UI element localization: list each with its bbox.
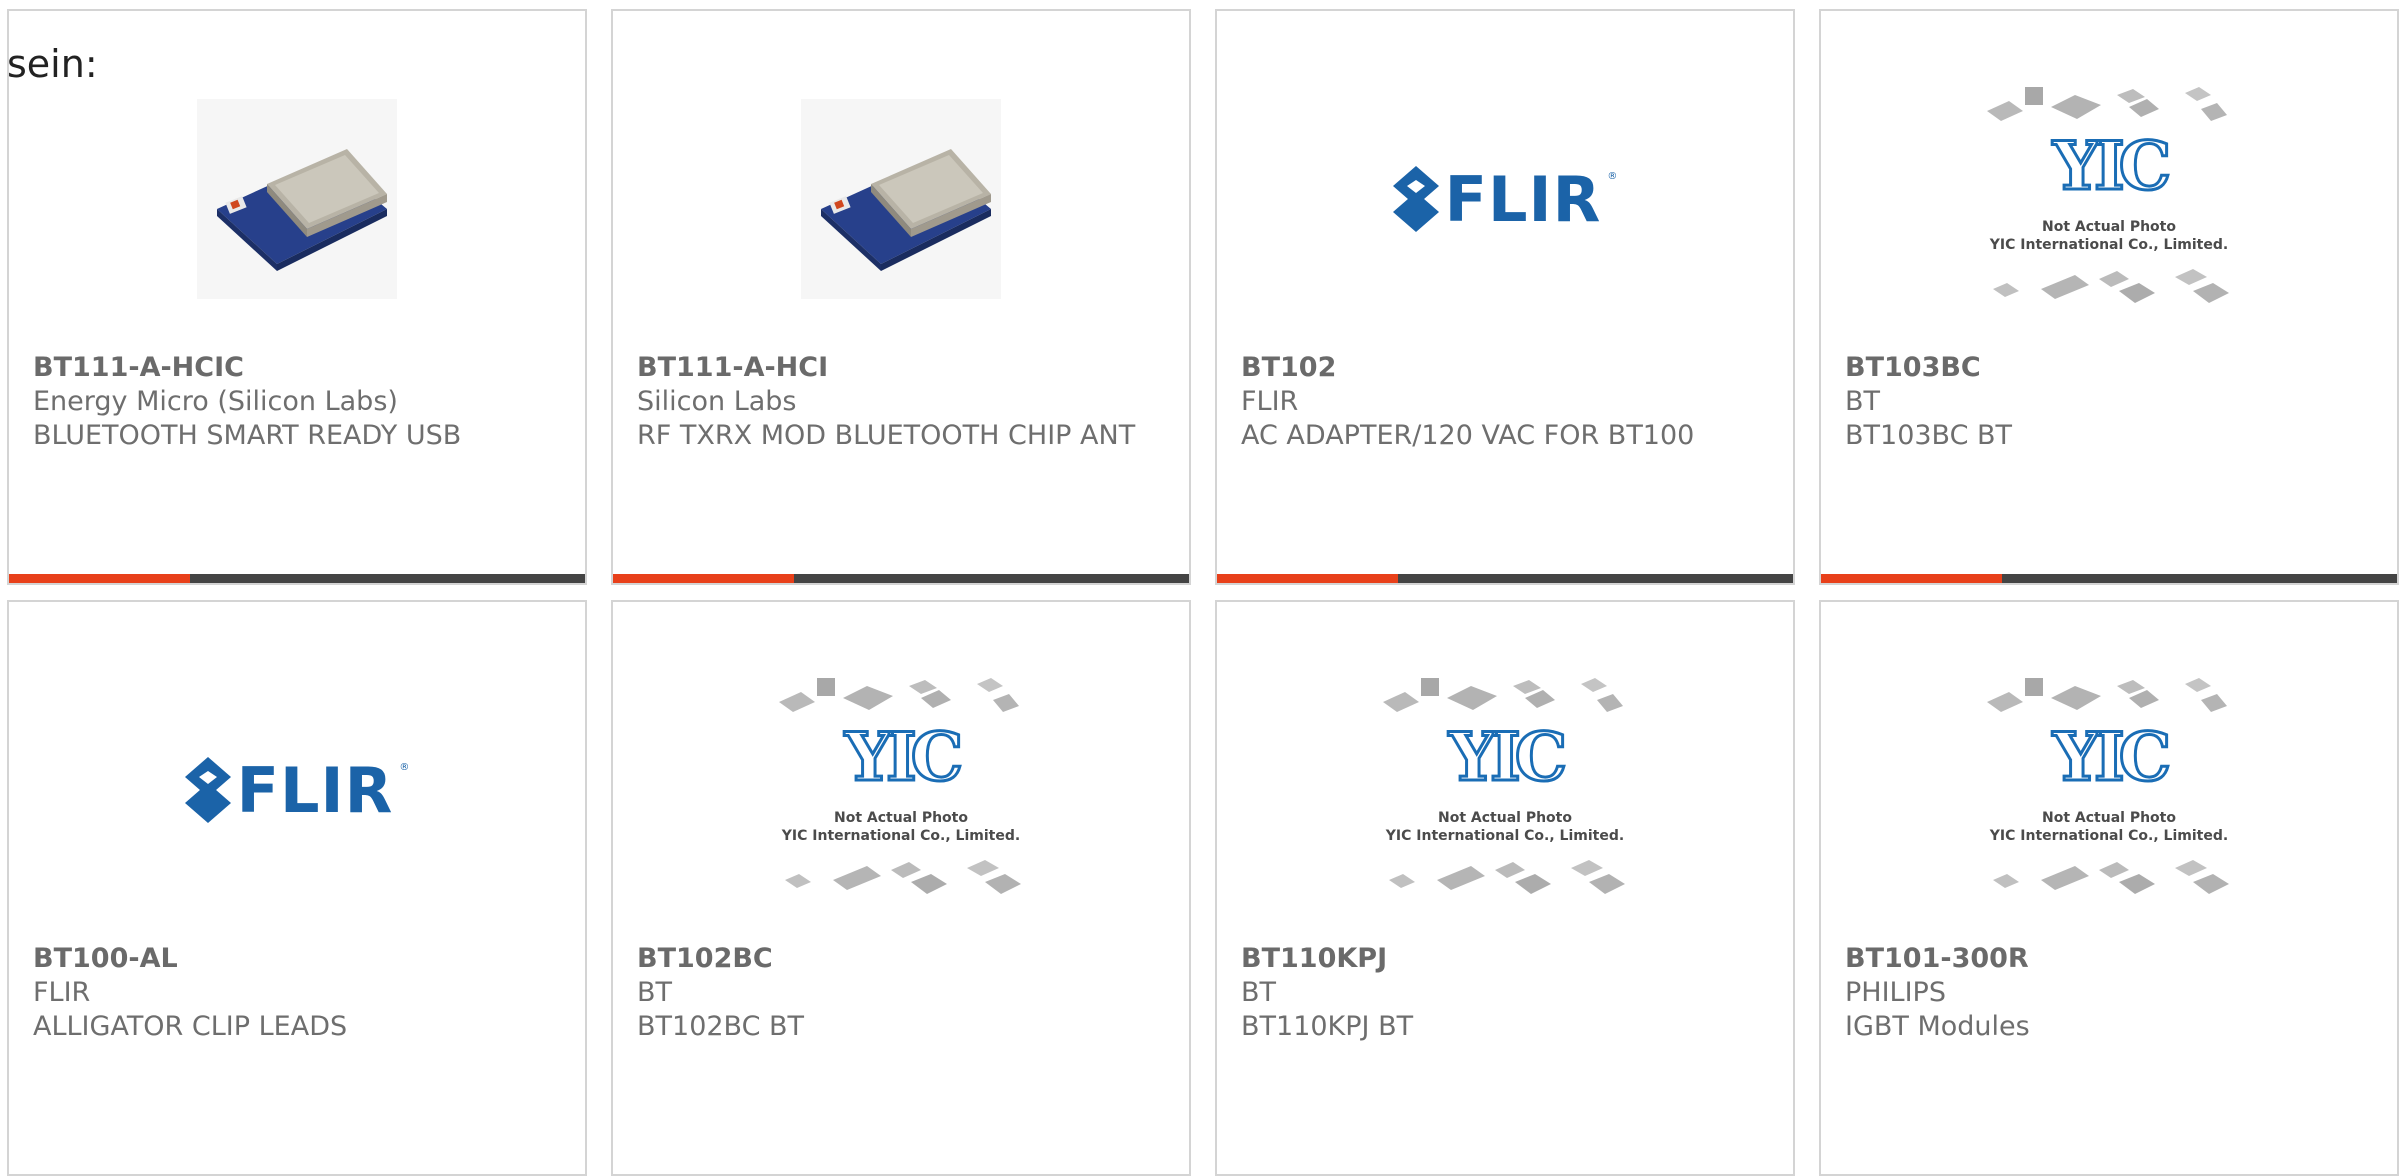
product-image[interactable]	[613, 79, 1189, 319]
flir-wordmark: FLIR	[236, 753, 394, 827]
placeholder-caption-line2: YIC International Co., Limited.	[781, 828, 1021, 844]
product-info: BT103BC BT BT103BC BT	[1845, 351, 2373, 453]
product-info: BT111-A-HCI Silicon Labs RF TXRX MOD BLU…	[637, 351, 1165, 453]
placeholder-caption-line1: Not Actual Photo	[834, 810, 968, 826]
bluetooth-module-photo-icon	[801, 99, 1001, 299]
card-bar-accent	[9, 574, 191, 583]
not-actual-photo-placeholder: YIC Not Actual Photo YIC International C…	[771, 670, 1031, 910]
part-number[interactable]: BT110KPJ	[1241, 942, 1769, 976]
card-bar-accent	[1217, 574, 1399, 583]
flir-wordmark: FLIR	[1444, 162, 1602, 236]
card-bar-accent	[1821, 574, 2003, 583]
description: BT102BC BT	[637, 1011, 805, 1042]
product-info: BT100-AL FLIR ALLIGATOR CLIP LEADS	[33, 942, 561, 1044]
manufacturer: FLIR	[33, 977, 91, 1008]
manufacturer: FLIR	[1241, 386, 1299, 417]
flir-diamond-icon	[184, 757, 231, 823]
part-number[interactable]: BT102BC	[637, 942, 1165, 976]
product-card[interactable]: YIC Not Actual Photo YIC International C…	[611, 600, 1191, 1176]
yic-logo: YIC	[2051, 718, 2173, 796]
product-info: BT102BC BT BT102BC BT	[637, 942, 1165, 1044]
product-info: BT110KPJ BT BT110KPJ BT	[1241, 942, 1769, 1044]
product-card[interactable]: YIC Not Actual Photo YIC International C…	[1215, 600, 1795, 1176]
manufacturer: Silicon Labs	[637, 386, 797, 417]
registered-mark: ®	[399, 761, 410, 773]
part-number[interactable]: BT100-AL	[33, 942, 561, 976]
ic-chips-bottom-icon	[1389, 860, 1625, 894]
product-card[interactable]: YIC Not Actual Photo YIC International C…	[1819, 600, 2399, 1176]
description: BT103BC BT	[1845, 420, 2013, 451]
manufacturer: BT	[1845, 386, 1881, 417]
part-number[interactable]: BT102	[1241, 351, 1769, 385]
part-number[interactable]: BT103BC	[1845, 351, 2373, 385]
product-card[interactable]: BT111-A-HCI Silicon Labs RF TXRX MOD BLU…	[611, 9, 1191, 585]
manufacturer: BT	[637, 977, 673, 1008]
registered-mark: ®	[1607, 170, 1618, 182]
placeholder-caption-line2: YIC International Co., Limited.	[1989, 828, 2229, 844]
part-number[interactable]: BT111-A-HCIC	[33, 351, 561, 385]
product-card[interactable]: BT111-A-HCIC Energy Micro (Silicon Labs)…	[7, 9, 587, 585]
product-card[interactable]: FLIR ® BT102 FLIR AC ADAPTER/120 VAC FOR…	[1215, 9, 1795, 585]
placeholder-caption-line2: YIC International Co., Limited.	[1989, 237, 2229, 253]
part-number[interactable]: BT111-A-HCI	[637, 351, 1165, 385]
card-bottom-bar	[1217, 574, 1793, 583]
product-image[interactable]: YIC Not Actual Photo YIC International C…	[613, 670, 1189, 910]
product-info: BT111-A-HCIC Energy Micro (Silicon Labs)…	[33, 351, 561, 453]
yic-logo: YIC	[1447, 718, 1569, 796]
placeholder-caption-line2: YIC International Co., Limited.	[1385, 828, 1625, 844]
manufacturer: BT	[1241, 977, 1277, 1008]
product-image[interactable]: FLIR ®	[9, 670, 585, 910]
not-actual-photo-placeholder: YIC Not Actual Photo YIC International C…	[1375, 670, 1635, 910]
not-actual-photo-placeholder: YIC Not Actual Photo YIC International C…	[1979, 670, 2239, 910]
manufacturer: PHILIPS	[1845, 977, 1946, 1008]
flir-logo: FLIR ®	[184, 753, 410, 827]
yic-logo: YIC	[843, 718, 965, 796]
manufacturer: Energy Micro (Silicon Labs)	[33, 386, 398, 417]
intro-text: sein:	[7, 42, 98, 86]
description: RF TXRX MOD BLUETOOTH CHIP ANT	[637, 420, 1136, 451]
description: BLUETOOTH SMART READY USB	[33, 420, 462, 451]
product-image[interactable]	[9, 79, 585, 319]
placeholder-caption-line1: Not Actual Photo	[2042, 219, 2176, 235]
description: IGBT Modules	[1845, 1011, 2030, 1042]
card-bar-accent	[613, 574, 795, 583]
card-bottom-bar	[1821, 574, 2397, 583]
not-actual-photo-placeholder: YIC Not Actual Photo YIC International C…	[1979, 79, 2239, 319]
ic-chips-bottom-icon	[1993, 860, 2229, 894]
part-number[interactable]: BT101-300R	[1845, 942, 2373, 976]
flir-logo: FLIR ®	[1392, 162, 1618, 236]
product-info: BT102 FLIR AC ADAPTER/120 VAC FOR BT100	[1241, 351, 1769, 453]
product-image[interactable]: FLIR ®	[1217, 79, 1793, 319]
product-info: BT101-300R PHILIPS IGBT Modules	[1845, 942, 2373, 1044]
product-card[interactable]: FLIR ® BT100-AL FLIR ALLIGATOR CLIP LEAD…	[7, 600, 587, 1176]
placeholder-caption-line1: Not Actual Photo	[1438, 810, 1572, 826]
description: ALLIGATOR CLIP LEADS	[33, 1011, 348, 1042]
card-bottom-bar	[9, 574, 585, 583]
product-grid: BT111-A-HCIC Energy Micro (Silicon Labs)…	[0, 0, 2400, 1176]
bluetooth-module-photo-icon	[197, 99, 397, 299]
card-bottom-bar	[613, 574, 1189, 583]
product-image[interactable]: YIC Not Actual Photo YIC International C…	[1821, 670, 2397, 910]
product-image[interactable]: YIC Not Actual Photo YIC International C…	[1821, 79, 2397, 319]
flir-diamond-icon	[1392, 166, 1439, 232]
yic-logo: YIC	[2051, 127, 2173, 205]
ic-chips-bottom-icon	[1993, 269, 2229, 303]
ic-chips-bottom-icon	[785, 860, 1021, 894]
product-card[interactable]: YIC Not Actual Photo YIC International C…	[1819, 9, 2399, 585]
description: BT110KPJ BT	[1241, 1011, 1414, 1042]
placeholder-caption-line1: Not Actual Photo	[2042, 810, 2176, 826]
description: AC ADAPTER/120 VAC FOR BT100	[1241, 420, 1695, 451]
product-image[interactable]: YIC Not Actual Photo YIC International C…	[1217, 670, 1793, 910]
